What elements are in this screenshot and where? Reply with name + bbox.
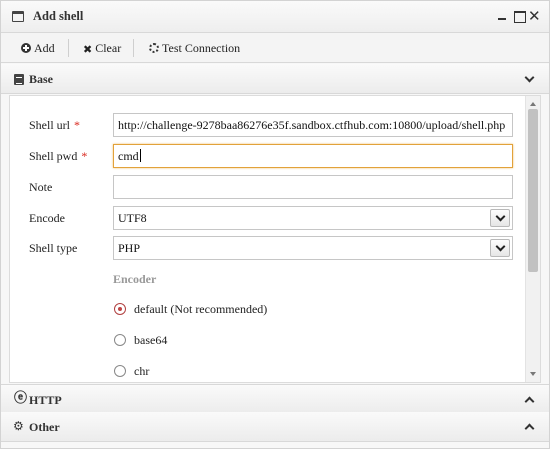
shell-type-selected-value: PHP bbox=[118, 241, 141, 255]
chevron-down-icon[interactable] bbox=[490, 209, 510, 227]
required-mark: * bbox=[81, 149, 88, 163]
shell-url-label: Shell url * bbox=[29, 118, 80, 132]
scroll-up-arrow-icon[interactable] bbox=[529, 99, 537, 107]
radio-button[interactable] bbox=[114, 365, 126, 377]
clear-button-label: Clear bbox=[95, 41, 122, 55]
encode-selected-value: UTF8 bbox=[118, 211, 147, 225]
window-icon bbox=[12, 11, 24, 22]
maximize-icon[interactable] bbox=[513, 10, 526, 23]
note-label: Note bbox=[29, 180, 53, 194]
section-http-header[interactable]: ⓔ HTTP bbox=[1, 384, 549, 414]
minimize-icon[interactable] bbox=[496, 10, 508, 22]
scrollbar-thumb[interactable] bbox=[528, 109, 538, 272]
close-icon[interactable]: ✕ bbox=[528, 9, 541, 24]
encoder-option-label: base64 bbox=[134, 333, 168, 347]
test-connection-button[interactable]: Test Connection bbox=[149, 33, 240, 63]
internet-explorer-icon: ⓔ bbox=[14, 391, 28, 406]
toolbar-divider bbox=[133, 39, 134, 57]
radio-button-checked[interactable] bbox=[114, 303, 126, 315]
text-caret bbox=[139, 149, 141, 162]
encode-label: Encode bbox=[29, 211, 65, 225]
section-base-title: Base bbox=[29, 72, 53, 86]
document-icon bbox=[14, 74, 24, 85]
required-mark: * bbox=[74, 118, 80, 132]
vertical-scrollbar[interactable] bbox=[525, 96, 540, 382]
shell-pwd-input[interactable]: cmd bbox=[113, 144, 513, 168]
toolbar: Add ✖ Clear Test Connection bbox=[1, 33, 549, 63]
shell-pwd-label: Shell pwd * bbox=[29, 149, 88, 163]
test-connection-label: Test Connection bbox=[162, 41, 241, 55]
section-other-title: Other bbox=[29, 420, 60, 434]
chevron-down-icon[interactable] bbox=[524, 73, 534, 83]
chevron-up-icon[interactable] bbox=[524, 421, 534, 431]
spinner-icon bbox=[149, 43, 159, 53]
encode-select[interactable]: UTF8 bbox=[113, 206, 513, 230]
clear-x-icon: ✖ bbox=[83, 43, 93, 56]
note-input[interactable] bbox=[113, 175, 513, 199]
encoder-option-label: default (Not recommended) bbox=[134, 302, 268, 316]
section-base-header[interactable]: Base bbox=[1, 64, 549, 94]
section-other-header[interactable]: ⚙ Other bbox=[1, 412, 549, 442]
section-http-title: HTTP bbox=[29, 393, 62, 407]
add-button-label: Add bbox=[34, 41, 55, 55]
add-button[interactable]: Add bbox=[21, 33, 55, 63]
scroll-down-arrow-icon[interactable] bbox=[529, 371, 537, 379]
chevron-down-icon[interactable] bbox=[490, 239, 510, 257]
toolbar-divider bbox=[68, 39, 69, 57]
title-bar[interactable]: Add shell ✕ bbox=[1, 1, 549, 33]
gears-icon: ⚙ bbox=[13, 419, 24, 433]
clear-button[interactable]: ✖ Clear bbox=[83, 33, 121, 63]
shell-type-select[interactable]: PHP bbox=[113, 236, 513, 260]
encoder-group-label: Encoder bbox=[113, 272, 157, 286]
radio-button[interactable] bbox=[114, 334, 126, 346]
plus-circle-icon bbox=[21, 43, 31, 53]
add-shell-window: Add shell ✕ Add ✖ Clear Test Connection B… bbox=[0, 0, 550, 449]
encoder-option-label: chr bbox=[134, 364, 150, 378]
window-title: Add shell bbox=[33, 9, 84, 23]
shell-type-label: Shell type bbox=[29, 241, 78, 255]
chevron-up-icon[interactable] bbox=[524, 394, 534, 404]
base-section-panel: Shell url * http://challenge-9278baa86276… bbox=[9, 95, 541, 383]
shell-url-input[interactable]: http://challenge-9278baa86276e35f.sandbo… bbox=[113, 113, 513, 137]
shell-pwd-value: cmd bbox=[118, 149, 139, 163]
